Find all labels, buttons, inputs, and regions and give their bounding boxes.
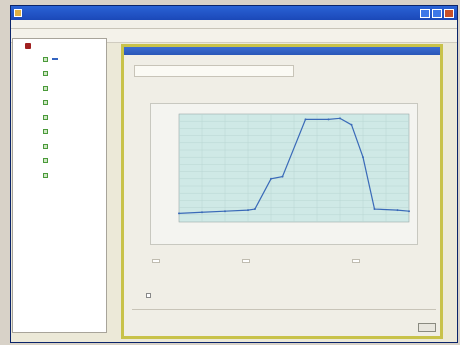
tree-item[interactable]	[43, 154, 106, 169]
tree-item-label	[52, 131, 58, 133]
data-point	[350, 123, 353, 126]
data-point	[304, 118, 307, 121]
checkbox-icon	[43, 143, 48, 149]
app-icon	[14, 9, 22, 17]
checkbox-icon	[43, 129, 48, 135]
data-point	[224, 210, 226, 213]
data-point	[201, 211, 203, 214]
data-point	[396, 209, 399, 212]
data-point	[327, 118, 330, 121]
field-3	[352, 257, 360, 263]
field-3-value[interactable]	[352, 259, 360, 263]
field-2-value[interactable]	[242, 259, 250, 263]
data-point	[178, 212, 180, 215]
tree-item-label	[52, 116, 58, 118]
data-point	[408, 210, 410, 213]
data-point	[362, 156, 364, 159]
checkbox-icon	[43, 114, 48, 120]
tree-item[interactable]	[43, 96, 106, 111]
tree-item[interactable]	[43, 125, 106, 140]
device-icon	[25, 43, 31, 49]
data-point	[281, 175, 284, 178]
chart-frame	[150, 103, 418, 245]
tree-item[interactable]	[43, 81, 106, 96]
tree-item[interactable]	[43, 110, 106, 125]
tree-item-label	[52, 102, 58, 104]
close-icon[interactable]	[444, 8, 454, 18]
tree-item-label	[52, 58, 58, 61]
data-point	[247, 209, 249, 212]
tree-item[interactable]	[43, 168, 106, 183]
field-2	[242, 257, 250, 263]
data-point	[253, 208, 256, 211]
checkbox-icon	[43, 172, 48, 178]
data-point	[339, 117, 341, 120]
checkbox-icon	[43, 158, 48, 164]
divider	[132, 309, 436, 310]
tree-item-label	[52, 87, 58, 89]
field-row	[152, 257, 414, 281]
detail-panel	[121, 44, 443, 339]
panel-header	[124, 47, 440, 55]
sidebar-tree	[12, 38, 107, 333]
tree-item-label	[52, 145, 58, 147]
tree-item-label	[52, 174, 58, 176]
tree-item-label	[52, 73, 58, 75]
option-checkbox[interactable]	[146, 293, 151, 298]
data-point	[270, 177, 272, 180]
minimize-icon[interactable]	[420, 8, 430, 18]
tree-item[interactable]	[43, 139, 106, 154]
window-controls	[420, 8, 454, 18]
info-field	[134, 65, 294, 77]
tree-item-label	[52, 160, 58, 162]
field-1	[152, 257, 160, 263]
maximize-icon[interactable]	[432, 8, 442, 18]
checkbox-icon	[43, 71, 48, 77]
line-chart	[178, 113, 410, 223]
data-point	[373, 208, 376, 211]
option-checkbox-row[interactable]	[146, 293, 154, 298]
tree-root[interactable]	[13, 39, 106, 49]
tree-item[interactable]	[43, 67, 106, 82]
checkbox-icon	[43, 100, 48, 106]
tree-list	[13, 52, 106, 183]
checkbox-icon	[43, 85, 48, 91]
title-bar[interactable]	[11, 6, 457, 20]
field-1-value[interactable]	[152, 259, 160, 263]
ok-button[interactable]	[418, 323, 436, 332]
checkbox-icon	[43, 56, 48, 62]
menu-bar	[11, 20, 457, 29]
tree-item[interactable]	[43, 52, 106, 67]
